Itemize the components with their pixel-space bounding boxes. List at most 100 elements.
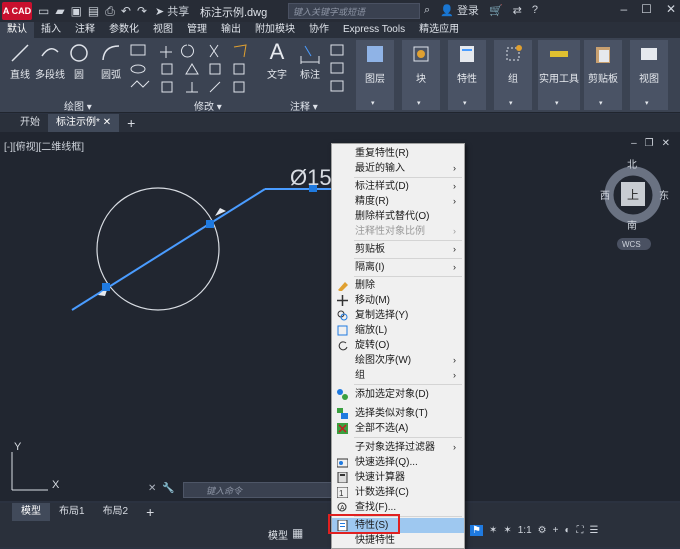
utilities-group-button[interactable]: 实用工具 ▾ xyxy=(538,40,580,110)
layers-group-button[interactable]: 图层 ▾ xyxy=(356,40,394,110)
new-file-icon[interactable]: ▭ xyxy=(38,4,49,18)
dimension-button[interactable]: 标注 xyxy=(296,42,324,81)
auto-scale-icon[interactable]: ✶ xyxy=(503,525,511,536)
menu-item-find[interactable]: A 查找(F)... xyxy=(332,500,464,515)
tab-manage[interactable]: 管理 xyxy=(180,22,214,38)
save-icon[interactable]: ▣ xyxy=(71,4,82,18)
open-folder-icon[interactable]: ▰ xyxy=(55,4,64,18)
tab-express-tools[interactable]: Express Tools xyxy=(336,22,412,38)
cart-icon[interactable]: 🛒 xyxy=(489,4,503,17)
menu-item-scale[interactable]: 缩放(L) xyxy=(332,323,464,338)
tab-collaborate[interactable]: 协作 xyxy=(302,22,336,38)
draw-panel-label[interactable]: 绘图 ▾ xyxy=(64,98,92,113)
layout1-tab[interactable]: 布局1 xyxy=(50,503,94,521)
viewcube[interactable]: 上 北 南 西 东 WCS xyxy=(600,159,669,250)
view-group-button[interactable]: 视图 ▾ xyxy=(630,40,668,110)
share-button[interactable]: ➤ 共享 xyxy=(155,3,189,19)
menu-item-isolate[interactable]: 隔离(I) › xyxy=(332,260,464,275)
menu-item-clipboard[interactable]: 剪贴板 › xyxy=(332,242,464,257)
viewcube-north[interactable]: 北 xyxy=(627,159,637,171)
layout2-tab[interactable]: 布局2 xyxy=(94,503,138,521)
dimension-line[interactable] xyxy=(71,188,266,311)
minimize-icon[interactable]: – xyxy=(620,2,627,16)
text-button[interactable]: A 文字 xyxy=(264,40,290,82)
grid-icon[interactable]: ▦ xyxy=(292,526,303,540)
menu-item-precision[interactable]: 精度(R) › xyxy=(332,194,464,209)
viewcube-top[interactable]: 上 xyxy=(627,188,639,202)
viewcube-south[interactable]: 南 xyxy=(627,219,637,232)
tab-default[interactable]: 默认 xyxy=(0,22,34,38)
menu-item-select-similar[interactable]: 选择类似对象(T) xyxy=(332,406,464,421)
annotation-panel-label[interactable]: 注释 ▾ xyxy=(290,98,318,113)
isolate-icon[interactable]: ◐ xyxy=(564,525,570,536)
viewcube-east[interactable]: 东 xyxy=(659,189,669,202)
menu-item-quick-select[interactable]: 快速选择(Q)... xyxy=(332,455,464,470)
close-icon[interactable]: ✕ xyxy=(666,2,676,16)
close-command-icon[interactable]: ✕ xyxy=(148,483,156,494)
menu-item-quick-properties[interactable]: 快捷特性 xyxy=(332,533,464,548)
tab-addins[interactable]: 附加模块 xyxy=(248,22,302,38)
undo-icon[interactable]: ↶ xyxy=(121,4,131,18)
modify-tools-icons[interactable] xyxy=(160,42,256,96)
exchange-icon[interactable]: ⇄ xyxy=(513,4,522,17)
model-space-toggle[interactable]: 模型 xyxy=(268,527,288,542)
menu-item-recent-input[interactable]: 最近的输入 › xyxy=(332,161,464,176)
menu-item-move[interactable]: 移动(M) xyxy=(332,293,464,308)
login-button[interactable]: 👤 登录 xyxy=(440,2,479,18)
viewcube-west[interactable]: 西 xyxy=(600,191,610,202)
menu-item-repeat-properties[interactable]: 重复特性(R) xyxy=(332,146,464,161)
menu-item-rotate[interactable]: 旋转(O) xyxy=(332,338,464,353)
command-input[interactable]: 键入命令 xyxy=(183,482,333,498)
menu-item-quick-calc[interactable]: 快速计算器 xyxy=(332,470,464,485)
scale-dropdown[interactable]: 1:1 xyxy=(518,525,532,536)
tab-parametric[interactable]: 参数化 xyxy=(102,22,146,38)
redo-icon[interactable]: ↷ xyxy=(137,4,147,18)
tab-annotate[interactable]: 注释 xyxy=(68,22,102,38)
circle-entity[interactable] xyxy=(96,187,220,311)
dimension-text[interactable]: Ø15 xyxy=(290,165,332,190)
menu-item-copy-selection[interactable]: 复制选择(Y) xyxy=(332,308,464,323)
menu-item-group[interactable]: 组 › xyxy=(332,368,464,383)
plus-icon[interactable]: + xyxy=(553,525,559,536)
search-icon[interactable]: ⌕ xyxy=(424,4,430,17)
tab-insert[interactable]: 插入 xyxy=(34,22,68,38)
menu-item-deselect-all[interactable]: 全部不选(A) xyxy=(332,421,464,436)
menu-item-subobject-filter[interactable]: 子对象选择过滤器 › xyxy=(332,440,464,455)
customize-wrench-icon[interactable]: 🔧 xyxy=(162,483,174,494)
tab-view[interactable]: 视图 xyxy=(146,22,180,38)
start-tab[interactable]: 开始 xyxy=(12,114,48,132)
block-group-button[interactable]: 块 ▾ xyxy=(402,40,440,110)
print-icon[interactable]: ⎙ xyxy=(105,4,115,19)
help-icon[interactable]: ? xyxy=(532,4,538,16)
menu-item-remove-override[interactable]: 删除样式替代(O) xyxy=(332,209,464,224)
grip-left[interactable] xyxy=(102,283,110,291)
menu-item-draw-order[interactable]: 绘图次序(W) › xyxy=(332,353,464,368)
annotation-visibility-icon[interactable]: ✶ xyxy=(489,525,497,536)
current-file-tab[interactable]: 标注示例* ✕ xyxy=(48,114,120,132)
circle-button[interactable]: 圆 xyxy=(68,42,90,81)
settings-gear-icon[interactable]: ⚙ xyxy=(538,525,547,536)
fullscreen-icon[interactable]: ⛶ xyxy=(577,525,584,536)
clipboard-group-button[interactable]: 剪贴板 ▾ xyxy=(584,40,622,110)
annotation-scale-icon[interactable]: ⚑ xyxy=(470,525,483,536)
new-tab-button[interactable]: + xyxy=(119,114,143,132)
customize-menu-icon[interactable]: ☰ xyxy=(590,525,599,536)
grip-right[interactable] xyxy=(206,220,214,228)
arc-button[interactable]: 圆弧 xyxy=(98,42,124,81)
model-tab[interactable]: 模型 xyxy=(12,503,50,521)
menu-item-dim-style[interactable]: 标注样式(D) › xyxy=(332,179,464,194)
line-button[interactable]: 直线 xyxy=(6,42,34,81)
search-input[interactable]: 键入关键字或短语 xyxy=(288,3,420,19)
draw-small-icons[interactable] xyxy=(128,42,158,96)
modify-panel-label[interactable]: 修改 ▾ xyxy=(194,98,222,113)
menu-item-add-selected[interactable]: 添加选定对象(D) xyxy=(332,387,464,402)
save-as-icon[interactable]: ▤ xyxy=(88,4,99,18)
maximize-icon[interactable]: ☐ xyxy=(641,2,652,16)
tab-featured-apps[interactable]: 精选应用 xyxy=(412,22,466,38)
menu-item-count-selection[interactable]: 1 计数选择(C) xyxy=(332,485,464,500)
close-tab-icon[interactable]: ✕ xyxy=(103,117,111,128)
annotation-small-icons[interactable] xyxy=(328,42,348,96)
wcs-dropdown[interactable]: WCS xyxy=(622,240,641,249)
tab-output[interactable]: 输出 xyxy=(214,22,248,38)
new-layout-button[interactable]: + xyxy=(137,503,163,521)
